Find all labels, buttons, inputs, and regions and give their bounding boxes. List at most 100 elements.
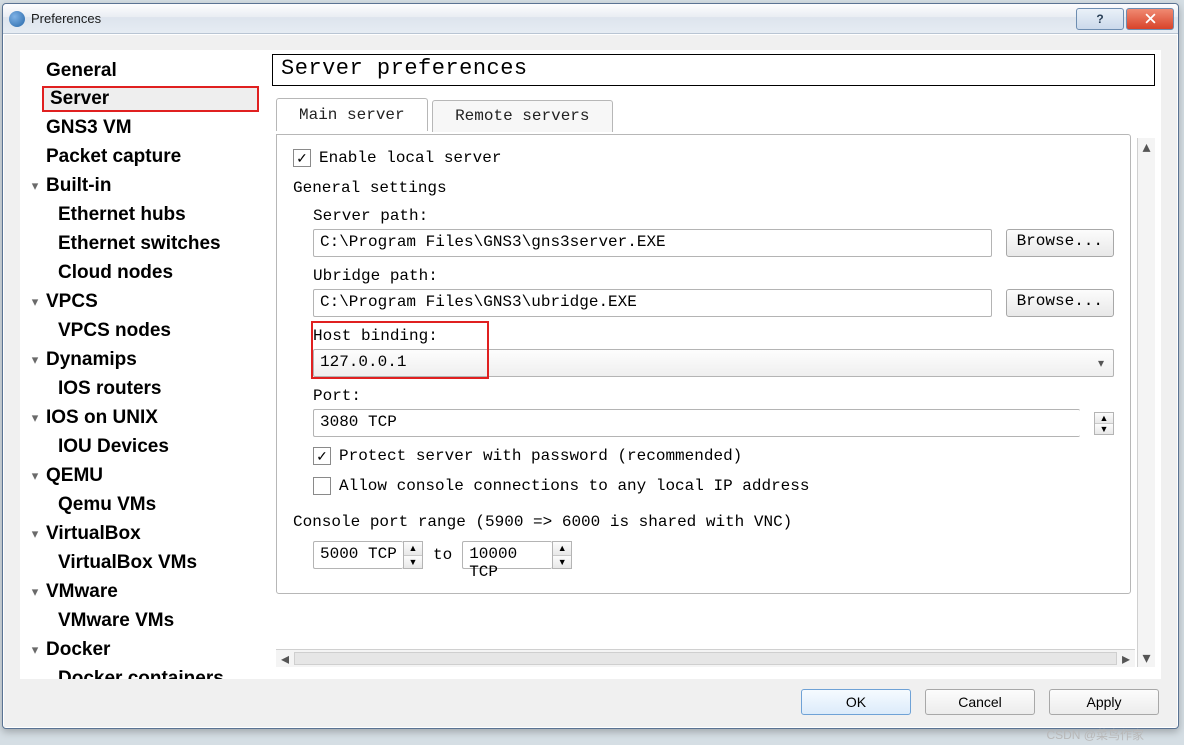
tree-item-packet-capture[interactable]: Packet capture [24, 142, 267, 171]
ubridge-path-input[interactable]: C:\Program Files\GNS3\ubridge.EXE [313, 289, 992, 317]
tree-item-ios-on-unix[interactable]: ▾IOS on UNIX [24, 403, 267, 432]
browse-server-path-button[interactable]: Browse... [1006, 229, 1114, 257]
port-label: Port: [313, 387, 1114, 405]
tree-item-server[interactable]: Server [42, 86, 259, 112]
content-area: Main server Remote servers Enable local … [272, 94, 1155, 673]
preferences-window: Preferences ? General Server GNS3 VM Packet… [2, 3, 1179, 729]
scroll-left-icon[interactable]: ◂ [276, 650, 294, 667]
tree-item-label: Ethernet switches [58, 233, 221, 255]
tree-item-vmware-vms[interactable]: VMware VMs [24, 606, 267, 635]
close-button[interactable] [1126, 8, 1174, 30]
protect-password-label: Protect server with password (recommende… [339, 447, 742, 465]
browse-ubridge-path-button[interactable]: Browse... [1006, 289, 1114, 317]
tree-item-built-in[interactable]: ▾Built-in [24, 171, 267, 200]
console-from-input[interactable]: 5000 TCP [313, 541, 403, 569]
expander-icon[interactable]: ▾ [24, 584, 46, 600]
tree-item-general[interactable]: General [24, 56, 267, 85]
expander-icon[interactable]: ▾ [24, 178, 46, 194]
tab-page-main: Enable local server General settings Ser… [276, 134, 1131, 594]
tree-item-label: QEMU [46, 465, 103, 487]
port-input[interactable]: 3080 TCP [313, 409, 1080, 437]
host-binding-combo[interactable]: 127.0.0.1 [313, 349, 1114, 377]
checkbox-icon [313, 447, 331, 465]
tree-item-dynamips[interactable]: ▾Dynamips [24, 345, 267, 374]
titlebar[interactable]: Preferences ? [3, 4, 1178, 34]
tree-item-label: Ethernet hubs [58, 204, 186, 226]
expander-icon[interactable]: ▾ [24, 468, 46, 484]
chevron-down-icon[interactable]: ▾ [1098, 356, 1104, 370]
tree-item-vpcs-nodes[interactable]: VPCS nodes [24, 316, 267, 345]
tree-item-label: Packet capture [46, 146, 181, 168]
tree-item-gns3-vm[interactable]: GNS3 VM [24, 113, 267, 142]
scrollbar-thumb[interactable] [294, 652, 1117, 665]
tree-item-label: Qemu VMs [58, 494, 156, 516]
vertical-scrollbar[interactable]: ▴ ▾ [1137, 138, 1155, 667]
enable-local-server-checkbox[interactable]: Enable local server [293, 149, 1114, 167]
tree-item-label: General [46, 60, 117, 82]
expander-icon[interactable]: ▾ [24, 294, 46, 310]
general-settings-heading: General settings [293, 179, 1114, 197]
horizontal-scrollbar[interactable]: ◂ ▸ [276, 649, 1135, 667]
tree-item-label: Docker containers [58, 668, 224, 680]
scroll-up-icon[interactable]: ▴ [1138, 138, 1155, 156]
to-label: to [433, 546, 452, 564]
server-path-input[interactable]: C:\Program Files\GNS3\gns3server.EXE [313, 229, 992, 257]
tree-item-label: Server [50, 88, 109, 110]
checkbox-icon [293, 149, 311, 167]
tree-item-virtualbox[interactable]: ▾VirtualBox [24, 519, 267, 548]
category-tree[interactable]: GeneralServerGNS3 VMPacket capture▾Built… [20, 50, 268, 679]
tree-item-ios-routers[interactable]: IOS routers [24, 374, 267, 403]
tab-main-server[interactable]: Main server [276, 98, 428, 131]
expander-icon[interactable]: ▾ [24, 526, 46, 542]
apply-button[interactable]: Apply [1049, 689, 1159, 715]
chevron-up-icon[interactable]: ▲ [1095, 413, 1113, 424]
tree-item-ethernet-switches[interactable]: Ethernet switches [24, 229, 267, 258]
inner-split: GeneralServerGNS3 VMPacket capture▾Built… [20, 50, 1161, 679]
tree-item-label: Dynamips [46, 349, 137, 371]
tree-item-docker[interactable]: ▾Docker [24, 635, 267, 664]
tree-item-label: Built-in [46, 175, 111, 197]
tree-item-cloud-nodes[interactable]: Cloud nodes [24, 258, 267, 287]
expander-icon[interactable]: ▾ [24, 642, 46, 658]
checkbox-icon [313, 477, 331, 495]
tree-item-ethernet-hubs[interactable]: Ethernet hubs [24, 200, 267, 229]
expander-icon[interactable]: ▾ [24, 410, 46, 426]
tree-item-vpcs[interactable]: ▾VPCS [24, 287, 267, 316]
tree-item-vmware[interactable]: ▾VMware [24, 577, 267, 606]
tree-item-label: VirtualBox [46, 523, 141, 545]
console-to-input[interactable]: 10000 TCP [462, 541, 552, 569]
page-title: Server preferences [272, 54, 1155, 86]
ok-button[interactable]: OK [801, 689, 911, 715]
ubridge-path-label: Ubridge path: [313, 267, 1114, 285]
scroll-viewport: Main server Remote servers Enable local … [272, 94, 1135, 653]
expander-icon[interactable]: ▾ [24, 352, 46, 368]
tree-item-qemu[interactable]: ▾QEMU [24, 461, 267, 490]
tree-item-label: IOS on UNIX [46, 407, 158, 429]
tree-item-label: VPCS [46, 291, 98, 313]
tree-item-label: VMware [46, 581, 118, 603]
tree-item-qemu-vms[interactable]: Qemu VMs [24, 490, 267, 519]
port-spin-buttons[interactable]: ▲ ▼ [1094, 412, 1114, 435]
tree-item-label: VPCS nodes [58, 320, 171, 342]
console-range-heading: Console port range (5900 => 6000 is shar… [293, 513, 1114, 531]
tree-item-virtualbox-vms[interactable]: VirtualBox VMs [24, 548, 267, 577]
protect-password-checkbox[interactable]: Protect server with password (recommende… [313, 447, 1114, 465]
chevron-up-icon[interactable]: ▲ [553, 542, 571, 556]
tree-item-iou-devices[interactable]: IOU Devices [24, 432, 267, 461]
chevron-up-icon[interactable]: ▲ [404, 542, 422, 556]
tab-remote-servers[interactable]: Remote servers [432, 100, 612, 132]
scroll-right-icon[interactable]: ▸ [1117, 650, 1135, 667]
spin-buttons[interactable]: ▲ ▼ [403, 541, 423, 569]
scroll-down-icon[interactable]: ▾ [1138, 649, 1155, 667]
help-button[interactable]: ? [1076, 8, 1124, 30]
dialog-buttons: OK Cancel Apply [801, 689, 1159, 715]
tree-item-label: IOU Devices [58, 436, 169, 458]
chevron-down-icon[interactable]: ▼ [553, 556, 571, 569]
host-binding-label: Host binding: [313, 327, 1114, 345]
chevron-down-icon[interactable]: ▼ [1095, 424, 1113, 434]
cancel-button[interactable]: Cancel [925, 689, 1035, 715]
allow-console-checkbox[interactable]: Allow console connections to any local I… [313, 477, 1114, 495]
chevron-down-icon[interactable]: ▼ [404, 556, 422, 569]
spin-buttons[interactable]: ▲ ▼ [552, 541, 572, 569]
tree-item-docker-containers[interactable]: Docker containers [24, 664, 267, 679]
